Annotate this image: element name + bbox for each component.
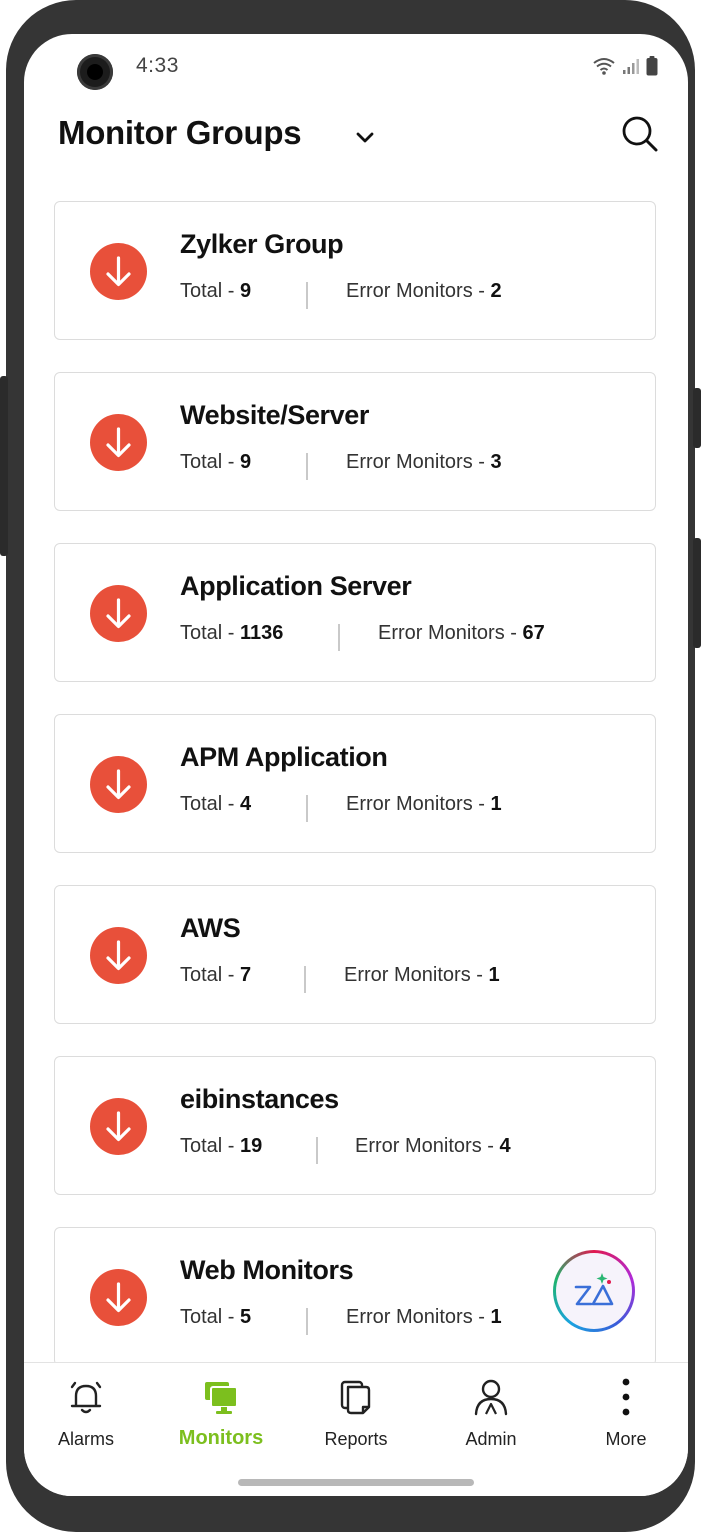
- monitor-group-card[interactable]: AWS Total - 7 Error Monitors - 1: [54, 885, 656, 1024]
- monitor-group-card[interactable]: Zylker Group Total - 9 Error Monitors - …: [54, 201, 656, 340]
- volume-button: [0, 376, 8, 556]
- nav-admin[interactable]: Admin: [431, 1363, 551, 1463]
- reports-icon: [340, 1380, 371, 1415]
- error-monitors-stat: Error Monitors - 2: [346, 280, 502, 302]
- status-down-icon: [90, 585, 147, 642]
- group-name: Website/Server: [180, 400, 370, 430]
- group-name: Zylker Group: [180, 229, 344, 259]
- status-down-icon: [90, 756, 147, 813]
- stat-divider: [306, 453, 308, 480]
- total-stat: Total - 1136: [180, 622, 284, 644]
- user-icon: [474, 1379, 508, 1416]
- error-monitors-stat: Error Monitors - 1: [344, 964, 500, 986]
- stat-divider: [306, 282, 308, 309]
- bottom-navigation: Alarms Monitors Reports Admin More: [24, 1362, 688, 1496]
- status-down-icon: [90, 243, 147, 300]
- more-vertical-icon: [622, 1378, 630, 1416]
- app-header: Monitor Groups: [24, 104, 688, 174]
- total-stat: Total - 19: [180, 1135, 263, 1157]
- screen: 4:33 Monitor Groups Zylker Group Total -…: [24, 34, 688, 1496]
- nav-label: Monitors: [178, 1427, 264, 1449]
- status-time: 4:33: [136, 54, 179, 77]
- stat-divider: [306, 1308, 308, 1335]
- stat-divider: [304, 966, 306, 993]
- page-title: Monitor Groups: [58, 114, 302, 151]
- error-monitors-stat: Error Monitors - 3: [346, 451, 502, 473]
- status-down-icon: [90, 1269, 147, 1326]
- nav-label: More: [605, 1429, 647, 1449]
- monitor-group-card[interactable]: Application Server Total - 1136 Error Mo…: [54, 543, 656, 682]
- stat-divider: [316, 1137, 318, 1164]
- total-stat: Total - 9: [180, 451, 252, 473]
- search-button[interactable]: [620, 114, 660, 154]
- monitor-group-card[interactable]: APM Application Total - 4 Error Monitors…: [54, 714, 656, 853]
- stat-divider: [306, 795, 308, 822]
- nav-reports[interactable]: Reports: [296, 1363, 416, 1463]
- chevron-down-icon: [356, 132, 374, 143]
- monitor-group-card[interactable]: Website/Server Total - 9 Error Monitors …: [54, 372, 656, 511]
- nav-monitors[interactable]: Monitors: [161, 1363, 281, 1463]
- front-camera: [77, 54, 113, 90]
- phone-frame: 4:33 Monitor Groups Zylker Group Total -…: [0, 0, 701, 1532]
- nav-label: Reports: [324, 1429, 388, 1449]
- group-name: AWS: [180, 913, 241, 943]
- group-name: eibinstances: [180, 1084, 339, 1114]
- error-monitors-stat: Error Monitors - 1: [346, 1306, 502, 1328]
- group-name: Application Server: [180, 571, 412, 601]
- total-stat: Total - 9: [180, 280, 252, 302]
- nav-label: Admin: [465, 1429, 517, 1449]
- total-stat: Total - 7: [180, 964, 252, 986]
- monitor-group-card[interactable]: eibinstances Total - 19 Error Monitors -…: [54, 1056, 656, 1195]
- signal-icon: [623, 59, 639, 74]
- stat-divider: [338, 624, 340, 651]
- status-down-icon: [90, 414, 147, 471]
- nav-alarms[interactable]: Alarms: [26, 1363, 146, 1463]
- status-down-icon: [90, 927, 147, 984]
- status-bar: 4:33: [24, 34, 688, 104]
- search-icon: [622, 116, 658, 152]
- home-indicator[interactable]: [238, 1479, 474, 1486]
- zia-assistant-button[interactable]: [553, 1250, 635, 1332]
- group-dropdown-button[interactable]: [350, 122, 380, 152]
- wifi-icon: [593, 58, 615, 75]
- nav-label: Alarms: [57, 1429, 114, 1449]
- monitors-icon: [205, 1382, 238, 1414]
- error-monitors-stat: Error Monitors - 67: [378, 622, 545, 644]
- group-name: APM Application: [180, 742, 388, 772]
- bell-icon: [70, 1381, 102, 1414]
- error-monitors-stat: Error Monitors - 4: [355, 1135, 511, 1157]
- battery-icon: [646, 56, 658, 76]
- total-stat: Total - 5: [180, 1306, 252, 1328]
- power-button: [693, 538, 701, 648]
- side-button: [693, 388, 701, 448]
- nav-more[interactable]: More: [566, 1363, 686, 1463]
- zia-icon: [574, 1273, 614, 1306]
- status-icons: [592, 56, 658, 76]
- group-name: Web Monitors: [180, 1255, 354, 1285]
- error-monitors-stat: Error Monitors - 1: [346, 793, 502, 815]
- total-stat: Total - 4: [180, 793, 252, 815]
- status-down-icon: [90, 1098, 147, 1155]
